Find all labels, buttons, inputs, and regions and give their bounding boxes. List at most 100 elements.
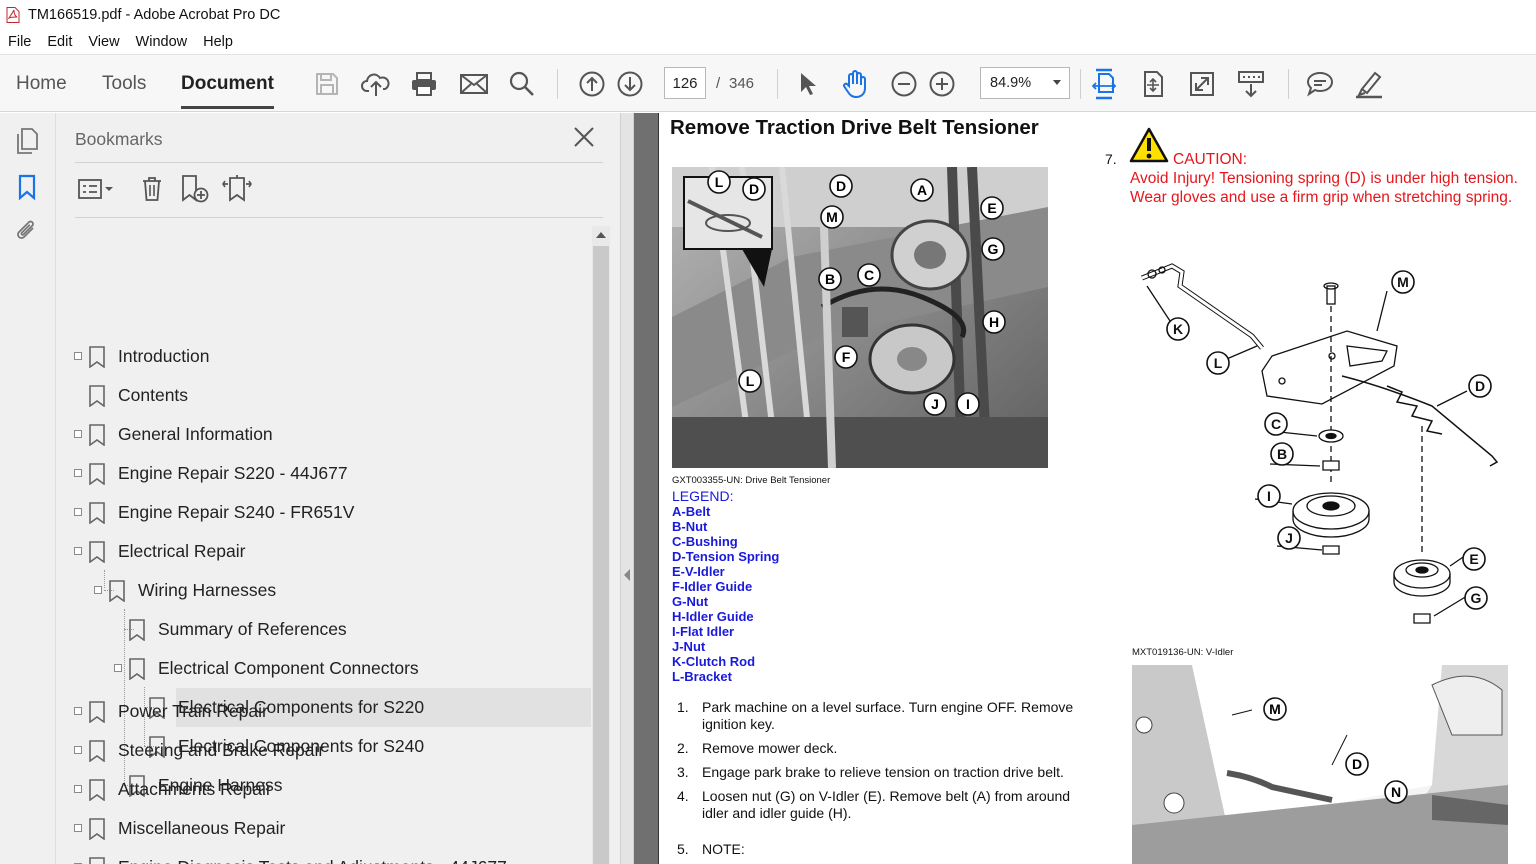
bookmarks-panel-icon[interactable] — [13, 173, 41, 201]
zoom-level-select[interactable]: 84.9% — [980, 67, 1070, 99]
v-idler-exploded-diagram: M K L D C B I J E G — [1132, 256, 1522, 641]
expand-toggle[interactable] — [74, 707, 82, 715]
bookmark-item-contents[interactable]: Contents — [68, 376, 591, 415]
scroll-up-icon[interactable] — [596, 232, 606, 238]
menu-window[interactable]: Window — [128, 34, 196, 50]
collapse-toggle[interactable] — [94, 586, 102, 594]
tab-home[interactable]: Home — [16, 73, 67, 95]
page-number-input[interactable]: 126 — [664, 67, 706, 99]
zoom-in-icon[interactable] — [925, 67, 959, 101]
tab-document[interactable]: Document — [181, 73, 274, 109]
bookmarks-scrollbar[interactable] — [592, 226, 610, 864]
zoom-level-value: 84.9% — [990, 75, 1032, 91]
expand-toggle[interactable] — [74, 430, 82, 438]
callout-label: C — [1271, 416, 1281, 432]
full-screen-icon[interactable] — [1185, 67, 1219, 101]
step-text: Remove mower deck. — [702, 740, 838, 756]
caution-label: CAUTION: — [1173, 151, 1248, 168]
bookmark-icon — [88, 857, 106, 864]
callout-label: G — [988, 241, 999, 257]
expand-toggle[interactable] — [74, 508, 82, 516]
step-text: Loosen nut (G) on V-Idler (E). Remove be… — [702, 788, 1071, 821]
tab-tools[interactable]: Tools — [102, 73, 146, 95]
scroll-mode-icon[interactable] — [1234, 67, 1268, 101]
bookmark-item-power-train-repair[interactable]: Power Train Repair — [68, 692, 591, 731]
select-cursor-icon[interactable] — [790, 67, 824, 101]
expand-toggle[interactable] — [74, 469, 82, 477]
new-bookmark-icon[interactable] — [179, 173, 211, 205]
bookmark-item-summary-of-references[interactable]: Summary of References — [68, 610, 591, 649]
bookmark-item-steering-and-brake-repair[interactable]: Steering and Brake Repair — [68, 731, 591, 770]
section-heading: Remove Traction Drive Belt Tensioner — [670, 116, 1039, 139]
bookmark-item-general-information[interactable]: General Information — [68, 415, 591, 454]
panel-splitter[interactable] — [620, 113, 634, 864]
mail-icon[interactable] — [457, 67, 491, 101]
bookmark-item-wiring-harnesses[interactable]: Wiring Harnesses — [68, 571, 591, 610]
bookmark-label: Power Train Repair — [118, 701, 268, 721]
close-icon[interactable] — [572, 125, 596, 149]
delete-bookmark-icon[interactable] — [137, 173, 167, 205]
legend-title: LEGEND: — [672, 488, 734, 504]
figure-caption: MXT019136-UN: V-Idler — [1132, 647, 1234, 658]
callout-label: J — [1285, 530, 1293, 546]
legend-item: A-Belt — [672, 504, 711, 519]
menu-view[interactable]: View — [80, 34, 127, 50]
menu-file[interactable]: File — [0, 34, 39, 50]
menu-help[interactable]: Help — [195, 34, 241, 50]
bookmark-item-engine-repair-s220[interactable]: Engine Repair S220 - 44J677 — [68, 454, 591, 493]
collapse-panel-icon[interactable] — [624, 569, 630, 581]
next-page-icon[interactable] — [613, 67, 647, 101]
bookmark-item-electrical-repair[interactable]: Electrical Repair — [68, 532, 591, 571]
print-icon[interactable] — [407, 67, 441, 101]
expand-toggle[interactable] — [74, 352, 82, 360]
highlight-pen-icon[interactable] — [1352, 67, 1386, 101]
document-view[interactable]: Remove Traction Drive Belt Tensioner L D… — [634, 113, 1536, 864]
page-thumbnails-icon[interactable] — [13, 127, 41, 155]
callout-label: H — [989, 314, 999, 330]
bookmark-item-attachments-repair[interactable]: Attachments Repair — [68, 770, 591, 809]
expand-toggle[interactable] — [74, 824, 82, 832]
step-number: 4. — [677, 788, 689, 804]
bookmark-label: Engine Repair S240 - FR651V — [118, 502, 355, 522]
bookmark-icon — [88, 701, 106, 724]
total-pages: 346 — [729, 75, 755, 92]
fit-width-icon[interactable] — [1087, 67, 1121, 101]
search-icon[interactable] — [505, 67, 539, 101]
scrollbar-thumb[interactable] — [593, 246, 609, 864]
expand-toggle[interactable] — [74, 785, 82, 793]
save-icon[interactable] — [310, 67, 344, 101]
bookmark-item-miscellaneous-repair[interactable]: Miscellaneous Repair — [68, 809, 591, 848]
menu-bar: File Edit View Window Help — [0, 30, 1536, 54]
hand-tool-icon[interactable] — [838, 67, 872, 101]
bookmark-label: Electrical Repair — [118, 541, 246, 561]
expand-bookmark-icon[interactable] — [220, 173, 254, 205]
expand-toggle[interactable] — [74, 746, 82, 754]
bookmark-label: Attachments Repair — [118, 779, 272, 799]
callout-label: A — [917, 182, 927, 198]
collapse-toggle[interactable] — [74, 547, 82, 555]
bookmark-item-electrical-component-connectors[interactable]: Electrical Component Connectors — [68, 649, 591, 688]
comment-icon[interactable] — [1303, 67, 1337, 101]
step-text: Engage park brake to relieve tension on … — [702, 764, 1064, 780]
bookmark-item-engine-diagnosis[interactable]: Engine Diagnosis Tests and Adjustments -… — [68, 848, 591, 864]
bookmark-icon — [88, 346, 106, 369]
step-number: 2. — [677, 740, 689, 756]
bookmark-icon — [108, 580, 126, 603]
callout-label: F — [842, 349, 851, 365]
zoom-out-icon[interactable] — [887, 67, 921, 101]
legend-item: B-Nut — [672, 519, 708, 534]
attachments-icon[interactable] — [13, 217, 41, 245]
callout-label: B — [825, 271, 835, 287]
menu-edit[interactable]: Edit — [39, 34, 80, 50]
bookmark-label: Engine Diagnosis Tests and Adjustments -… — [116, 848, 507, 864]
previous-page-icon[interactable] — [575, 67, 609, 101]
bookmark-item-introduction[interactable]: Introduction — [68, 337, 591, 376]
bookmark-item-engine-repair-s240[interactable]: Engine Repair S240 - FR651V — [68, 493, 591, 532]
rotate-view-icon[interactable] — [1136, 67, 1170, 101]
bookmark-label: Introduction — [118, 346, 210, 366]
bookmark-icon — [88, 740, 106, 763]
cloud-upload-icon[interactable] — [359, 67, 393, 101]
bookmark-options-icon[interactable] — [76, 173, 116, 205]
bookmark-label: Miscellaneous Repair — [118, 818, 286, 838]
collapse-toggle[interactable] — [114, 664, 122, 672]
